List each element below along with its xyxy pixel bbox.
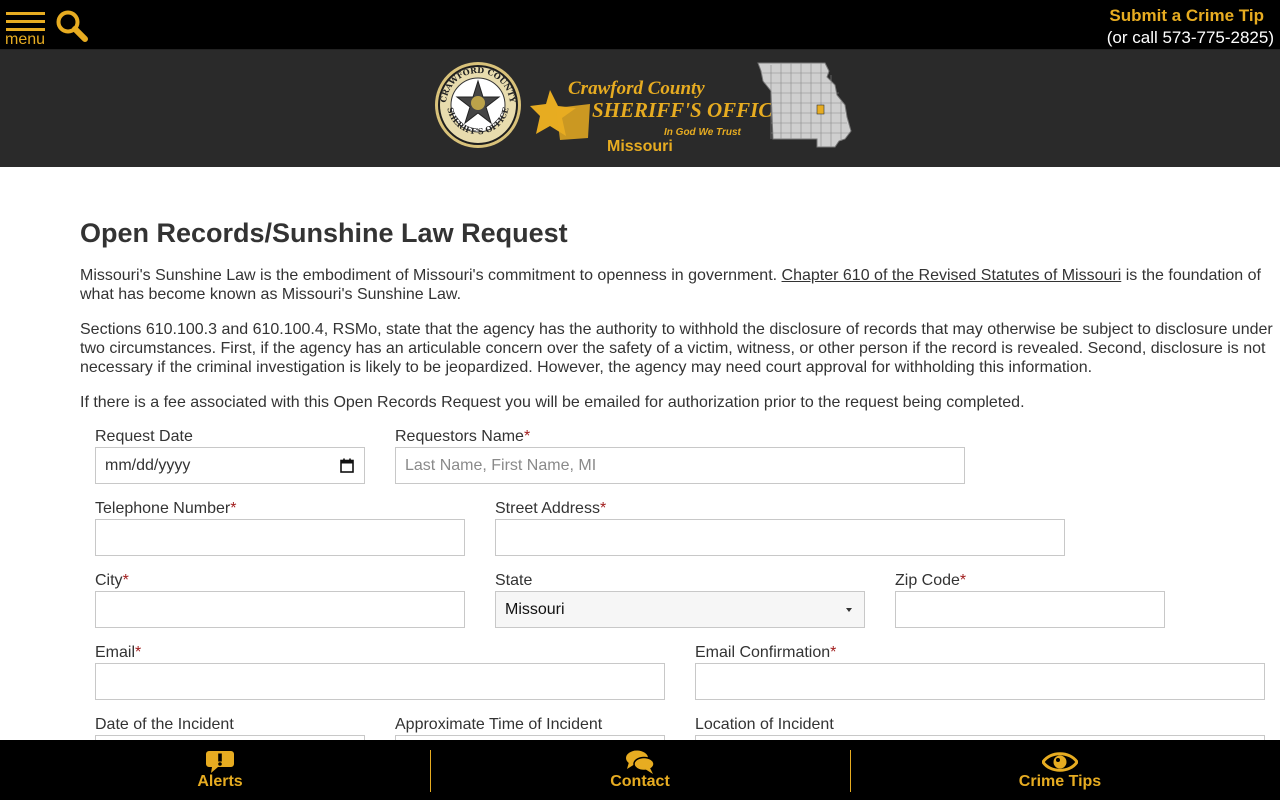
state-label: State	[495, 572, 533, 589]
menu-button[interactable]: menu	[5, 9, 47, 48]
menu-icon	[6, 12, 45, 15]
logo-motto: In God We Trust	[664, 127, 741, 138]
email-confirmation-label: Email Confirmation*	[695, 644, 837, 661]
crime-tips-button[interactable]: Crime Tips	[990, 740, 1130, 800]
chat-icon	[626, 750, 655, 774]
alert-icon	[206, 751, 234, 773]
sections-paragraph: Sections 610.100.3 and 610.100.4, RSMo, …	[80, 321, 1273, 376]
city-field: City*	[95, 571, 465, 628]
incident-time-field: Approximate Time of Incident	[395, 715, 665, 772]
records-request-form: Request Date mm/dd/yyyy Requestors Name*…	[95, 427, 1280, 772]
city-label: City*	[95, 572, 129, 589]
main-content: Open Records/Sunshine Law Request Missou…	[80, 215, 1280, 428]
zip-code-field: Zip Code*	[895, 571, 1165, 628]
missouri-map-image	[757, 62, 852, 148]
header-banner: CRAWFORD COUNTY SHERIFF'S OFFICE Crawfor…	[0, 50, 1280, 167]
street-address-label: Street Address*	[495, 500, 607, 517]
contact-button[interactable]: Contact	[570, 740, 710, 800]
street-address-input[interactable]	[495, 519, 1065, 556]
sheriff-office-logo[interactable]: Crawford County SHERIFF'S OFFICE In God …	[530, 76, 786, 160]
menu-label: menu	[5, 31, 46, 48]
street-address-field: Street Address*	[495, 499, 1065, 556]
incident-date-field: Date of the Incident	[95, 715, 365, 772]
calendar-icon[interactable]	[340, 458, 354, 473]
incident-location-label: Location of Incident	[695, 716, 834, 733]
nav-divider	[430, 750, 431, 792]
email-confirmation-field: Email Confirmation*	[695, 643, 1265, 700]
submit-crime-tip-link[interactable]: Submit a Crime Tip (or call 573-775-2825…	[1107, 6, 1274, 47]
zip-code-label: Zip Code*	[895, 572, 967, 589]
chapter-610-link[interactable]: Chapter 610 of the Revised Statutes of M…	[782, 267, 1122, 284]
email-input[interactable]	[95, 663, 665, 700]
requestors-name-label: Requestors Name*	[395, 428, 531, 445]
crime-tips-label: Crime Tips	[1018, 773, 1102, 790]
incident-date-label: Date of the Incident	[95, 716, 234, 733]
eye-icon	[1042, 752, 1078, 772]
page-title: Open Records/Sunshine Law Request	[80, 218, 568, 248]
crime-tip-title: Submit a Crime Tip	[1109, 6, 1264, 25]
email-confirmation-input[interactable]	[695, 663, 1265, 700]
telephone-input[interactable]	[95, 519, 465, 556]
incident-location-field: Location of Incident	[695, 715, 1265, 772]
search-icon	[56, 10, 88, 42]
email-label: Email*	[95, 644, 142, 661]
top-bar: menu Submit a Crime Tip (or call 573-775…	[0, 0, 1280, 50]
request-date-label: Request Date	[95, 428, 193, 445]
request-date-field: Request Date mm/dd/yyyy	[95, 427, 365, 484]
contact-label: Contact	[610, 773, 670, 790]
nav-divider	[850, 750, 851, 792]
state-field: State Missouri	[495, 571, 865, 628]
state-select[interactable]: Missouri	[495, 591, 865, 628]
alerts-button[interactable]: Alerts	[150, 740, 290, 800]
bottom-nav-bar: Alerts Contact Crime Tips	[0, 740, 1280, 800]
request-date-input[interactable]: mm/dd/yyyy	[95, 447, 365, 484]
crime-tip-phone: (or call 573-775-2825)	[1106, 28, 1274, 47]
requestors-name-input[interactable]: Last Name, First Name, MI	[395, 447, 965, 484]
alerts-label: Alerts	[197, 773, 243, 790]
zip-code-input[interactable]	[895, 591, 1165, 628]
telephone-field: Telephone Number*	[95, 499, 465, 556]
search-button[interactable]	[55, 9, 89, 43]
telephone-label: Telephone Number*	[95, 500, 237, 517]
logo-line-county: Crawford County	[568, 78, 705, 99]
logo-state: Missouri	[607, 138, 673, 155]
incident-time-label: Approximate Time of Incident	[395, 716, 603, 733]
email-field: Email*	[95, 643, 665, 700]
requestors-name-field: Requestors Name* Last Name, First Name, …	[395, 427, 965, 484]
sheriff-seal-logo[interactable]: CRAWFORD COUNTY SHERIFF'S OFFICE	[434, 61, 522, 149]
fee-paragraph: If there is a fee associated with this O…	[80, 394, 1025, 411]
city-input[interactable]	[95, 591, 465, 628]
intro-paragraph: Missouri's Sunshine Law is the embodimen…	[80, 267, 1261, 303]
